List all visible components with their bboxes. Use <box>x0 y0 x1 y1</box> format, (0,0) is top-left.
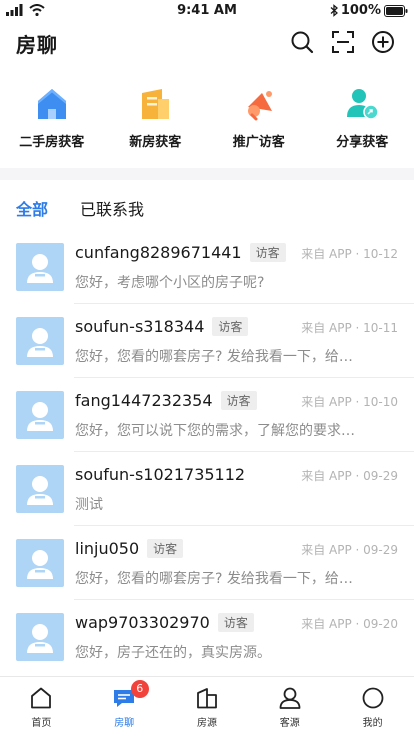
message-preview: 测试 <box>75 497 103 513</box>
source-date: 来自 APP · 09-29 <box>301 469 398 483</box>
contact-name: soufun-s1021735112 <box>75 465 246 484</box>
visitor-badge: 访客 <box>147 539 184 558</box>
home-icon <box>28 685 54 711</box>
default-avatar-icon <box>27 328 53 357</box>
tab-bar-label: 首页 <box>31 718 52 729</box>
source-date: 来自 APP · 10-11 <box>301 321 398 335</box>
avatar <box>16 317 64 365</box>
message-preview: 您好，考虑哪个小区的房子呢? <box>75 275 265 291</box>
tab-bar-me[interactable]: 我的 <box>331 677 414 736</box>
list-item[interactable]: cunfang8289671441 访客 来自 APP · 10-12 您好，考… <box>0 230 414 304</box>
tab-bar-home[interactable]: 首页 <box>0 677 83 736</box>
section-divider <box>0 168 414 180</box>
message-preview: 您好，您看的哪套房子? 发给我看一下，给… <box>75 349 353 365</box>
search-icon[interactable] <box>289 29 315 55</box>
tab-bar-clients[interactable]: 客源 <box>248 677 331 736</box>
default-avatar-icon <box>27 254 53 283</box>
user-share-icon <box>344 86 380 122</box>
default-avatar-icon <box>27 624 53 653</box>
contact-name: wap9703302970 <box>75 613 210 632</box>
source-date: 来自 APP · 10-10 <box>301 395 398 409</box>
scan-icon[interactable] <box>330 29 356 55</box>
message-preview: 您好，您看的哪套房子? 发给我看一下，给… <box>75 571 353 587</box>
status-bar: 9:41 AM 100% <box>0 0 414 22</box>
source-date: 来自 APP · 10-12 <box>301 247 398 261</box>
quick-action-label: 分享获客 <box>336 135 389 150</box>
add-circle-icon[interactable] <box>370 29 396 55</box>
tab-bar-label: 房聊 <box>114 718 135 729</box>
avatar <box>16 613 64 661</box>
default-avatar-icon <box>27 476 53 505</box>
bluetooth-icon <box>330 4 338 17</box>
visitor-badge: 访客 <box>220 391 257 410</box>
page-title: 房聊 <box>16 33 58 57</box>
source-date: 来自 APP · 09-20 <box>301 617 398 631</box>
list-item[interactable]: linju050 访客 来自 APP · 09-29 您好，您看的哪套房子? 发… <box>0 526 414 600</box>
visitor-badge: 访客 <box>249 243 286 262</box>
avatar <box>16 243 64 291</box>
visitor-badge: 访客 <box>217 613 254 632</box>
battery-icon <box>384 4 408 17</box>
contact-name: soufun-s318344 <box>75 317 205 336</box>
tab-bar-chat[interactable]: 6 房聊 <box>83 677 166 736</box>
quick-actions: 二手房获客 新房获客 推广访客 分享获客 <box>0 86 414 156</box>
tab-bar-label: 客源 <box>279 718 300 729</box>
house-icon <box>34 86 70 122</box>
conversation-header: cunfang8289671441 访客 <box>75 243 286 262</box>
quick-action-promote[interactable]: 推广访客 <box>207 86 311 156</box>
filter-tabs: 全部 已联系我 <box>0 180 414 230</box>
conversation-header: fang1447232354 访客 <box>75 391 257 410</box>
person-icon <box>277 685 303 711</box>
contact-name: cunfang8289671441 <box>75 243 242 262</box>
contact-name: fang1447232354 <box>75 391 213 410</box>
profile-circle-icon <box>360 685 386 711</box>
conversation-list: cunfang8289671441 访客 来自 APP · 10-12 您好，考… <box>0 230 414 674</box>
quick-action-second-hand[interactable]: 二手房获客 <box>0 86 104 156</box>
conversation-header: wap9703302970 访客 <box>75 613 254 632</box>
list-item[interactable]: fang1447232354 访客 来自 APP · 10-10 您好，您可以说… <box>0 378 414 452</box>
tab-bar-listings[interactable]: 房源 <box>166 677 249 736</box>
quick-action-share[interactable]: 分享获客 <box>311 86 414 156</box>
default-avatar-icon <box>27 550 53 579</box>
message-preview: 您好，您可以说下您的需求，了解您的要求… <box>75 423 355 439</box>
list-item[interactable]: wap9703302970 访客 来自 APP · 09-20 您好，房子还在的… <box>0 600 414 674</box>
buildings-icon <box>194 685 220 711</box>
avatar <box>16 539 64 587</box>
tab-bar-label: 我的 <box>362 718 383 729</box>
quick-action-new-house[interactable]: 新房获客 <box>104 86 208 156</box>
avatar <box>16 465 64 513</box>
quick-action-label: 二手房获客 <box>19 135 85 150</box>
contact-name: linju050 <box>75 539 140 558</box>
conversation-header: soufun-s318344 访客 <box>75 317 249 336</box>
status-right: 100% <box>330 3 408 18</box>
quick-action-label: 新房获客 <box>129 135 182 150</box>
avatar <box>16 391 64 439</box>
message-preview: 您好，房子还在的，真实房源。 <box>75 645 271 661</box>
conversation-header: soufun-s1021735112 <box>75 465 245 484</box>
list-item[interactable]: soufun-s318344 访客 来自 APP · 10-11 您好，您看的哪… <box>0 304 414 378</box>
tab-all[interactable]: 全部 <box>16 196 48 220</box>
battery-percentage: 100% <box>340 3 381 18</box>
megaphone-icon <box>241 86 277 122</box>
tab-contacted-me[interactable]: 已联系我 <box>80 196 144 220</box>
tab-bar-label: 房源 <box>196 718 217 729</box>
default-avatar-icon <box>27 402 53 431</box>
list-item[interactable]: soufun-s1021735112 来自 APP · 09-29 测试 <box>0 452 414 526</box>
nav-bar: 房聊 <box>0 22 414 64</box>
bottom-tab-bar: 首页 6 房聊 房源 客源 我的 <box>0 676 414 736</box>
conversation-header: linju050 访客 <box>75 539 184 558</box>
building-icon <box>137 86 173 122</box>
visitor-badge: 访客 <box>212 317 249 336</box>
unread-badge: 6 <box>130 680 149 698</box>
quick-action-label: 推广访客 <box>232 135 285 150</box>
source-date: 来自 APP · 09-29 <box>301 543 398 557</box>
